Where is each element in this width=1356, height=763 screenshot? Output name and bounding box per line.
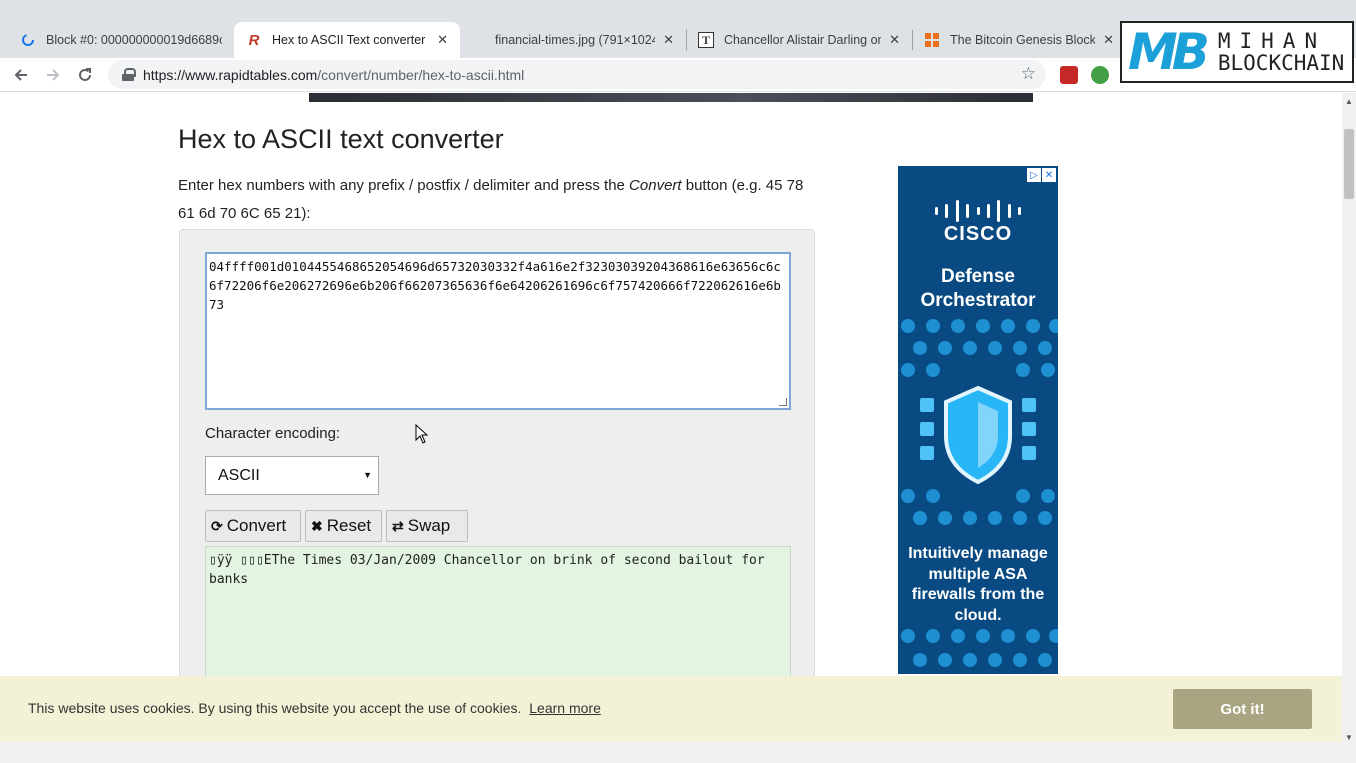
resize-handle-icon[interactable] — [779, 398, 787, 406]
forward-button[interactable] — [40, 62, 66, 88]
learn-more-link[interactable]: Learn more — [529, 700, 601, 716]
url-host: https://www.rapidtables.com — [143, 66, 318, 83]
swap-label: Swap — [407, 516, 451, 535]
reset-button[interactable]: ✖ Reset — [305, 510, 382, 542]
cookie-banner: This website uses cookies. By using this… — [0, 676, 1342, 742]
reload-button[interactable] — [72, 62, 98, 88]
tab-hex-to-ascii[interactable]: R Hex to ASCII Text converter ✕ — [234, 22, 460, 58]
convert-button[interactable]: ⟳ Convert — [205, 510, 301, 542]
logo-mark: MB — [1128, 23, 1210, 81]
close-tab-icon[interactable]: ✕ — [889, 32, 900, 48]
ad-choices[interactable]: ▷ ✕ — [1027, 168, 1056, 182]
page-content: Hex to ASCII text converter Enter hex nu… — [0, 93, 1342, 763]
forward-arrow-icon — [47, 69, 60, 81]
swap-icon: ⇄ — [392, 517, 404, 534]
cisco-ad[interactable]: ▷ ✕ CISCO Defense Orchestrator Intuitive… — [898, 166, 1058, 674]
ascii-output[interactable]: ▯ÿÿ ▯▯▯EThe Times 03/Jan/2009 Chancellor… — [205, 546, 791, 696]
encoding-value: ASCII — [218, 466, 260, 484]
close-tab-icon[interactable]: ✕ — [663, 32, 674, 48]
dropdown-caret-icon: ▼ — [363, 470, 372, 480]
tab-title: Chancellor Alistair Darling on brink — [724, 33, 882, 47]
bookmark-star-icon[interactable]: ☆ — [1021, 64, 1036, 84]
reset-x-icon: ✖ — [311, 517, 323, 534]
encoding-label: Character encoding: — [205, 425, 341, 442]
encoding-select[interactable]: ASCII ▼ — [205, 456, 379, 495]
cookie-message: This website uses cookies. By using this… — [28, 700, 601, 716]
tab-chancellor-article[interactable]: T Chancellor Alistair Darling on brink ✕ — [686, 22, 912, 58]
hex-input[interactable]: 04ffff001d0104455468652054696d6573203033… — [205, 252, 791, 410]
address-bar[interactable]: https://www.rapidtables.com/convert/numb… — [108, 60, 1046, 89]
mihan-blockchain-logo: MB MIHAN BLOCKCHAIN — [1120, 21, 1354, 83]
logo-line1: MIHAN — [1217, 28, 1327, 53]
tab-title: The Bitcoin Genesis Block News — [950, 33, 1096, 47]
bottom-strip — [0, 742, 1342, 763]
tab-block-explorer[interactable]: Block #0: 000000000019d6689c085ae165831e… — [8, 22, 234, 58]
reset-label: Reset — [326, 516, 372, 535]
ad-brand: CISCO — [943, 223, 1013, 245]
close-tab-icon[interactable]: ✕ — [1103, 32, 1114, 48]
mouse-cursor-icon — [415, 424, 429, 444]
tab-title: Block #0: 000000000019d6689c085ae165831e… — [46, 33, 222, 47]
back-button[interactable] — [8, 62, 34, 88]
url-text: https://www.rapidtables.com/convert/numb… — [143, 67, 524, 83]
scroll-up-icon[interactable]: ▲ — [1345, 97, 1353, 106]
tab-title: financial-times.jpg (791×1024) — [495, 33, 656, 47]
rapidtables-icon: R — [248, 31, 260, 49]
scrollbar-thumb[interactable] — [1344, 129, 1354, 199]
convert-label: Convert — [226, 516, 287, 535]
intro-text: Enter hex numbers with any prefix / post… — [178, 172, 818, 228]
scroll-down-icon[interactable]: ▼ — [1345, 733, 1353, 742]
loading-spinner-icon — [20, 32, 36, 48]
got-it-button[interactable]: Got it! — [1173, 689, 1312, 729]
cisco-logo-icon — [935, 200, 1021, 222]
ad-title: Defense Orchestrator — [920, 266, 1036, 311]
cookie-text: This website uses cookies. By using this… — [28, 700, 522, 716]
logo-line2: BLOCKCHAIN — [1217, 51, 1345, 75]
tab-financial-times[interactable]: financial-times.jpg (791×1024) ✕ — [483, 22, 686, 58]
page-title: Hex to ASCII text converter — [178, 124, 504, 154]
intro-part: Enter hex numbers with any prefix / post… — [178, 177, 630, 194]
adchoices-icon[interactable]: ▷ — [1027, 168, 1041, 182]
url-path: /convert/number/hex-to-ascii.html — [317, 66, 525, 83]
close-tab-icon[interactable]: ✕ — [437, 32, 448, 48]
pdf-extension-icon[interactable] — [1060, 66, 1078, 84]
reload-icon — [79, 68, 91, 81]
times-icon: T — [698, 32, 714, 48]
page-scrollbar[interactable]: ▲ ▼ — [1342, 93, 1356, 763]
back-arrow-icon — [14, 69, 27, 81]
tab-title: Hex to ASCII Text converter — [272, 33, 426, 47]
refresh-icon: ⟳ — [211, 517, 223, 534]
swap-button[interactable]: ⇄ Swap — [386, 510, 468, 542]
lock-icon — [122, 68, 136, 81]
intro-emphasis: Convert — [629, 177, 682, 194]
grid-icon — [924, 32, 940, 48]
tab-bitcoin-genesis[interactable]: The Bitcoin Genesis Block News ✕ — [912, 22, 1126, 58]
top-banner-image — [309, 93, 1033, 102]
extension-icon[interactable] — [1091, 66, 1109, 84]
ad-close-icon[interactable]: ✕ — [1042, 168, 1056, 182]
ad-body: Intuitively manage multiple ASA firewall… — [908, 545, 1048, 624]
